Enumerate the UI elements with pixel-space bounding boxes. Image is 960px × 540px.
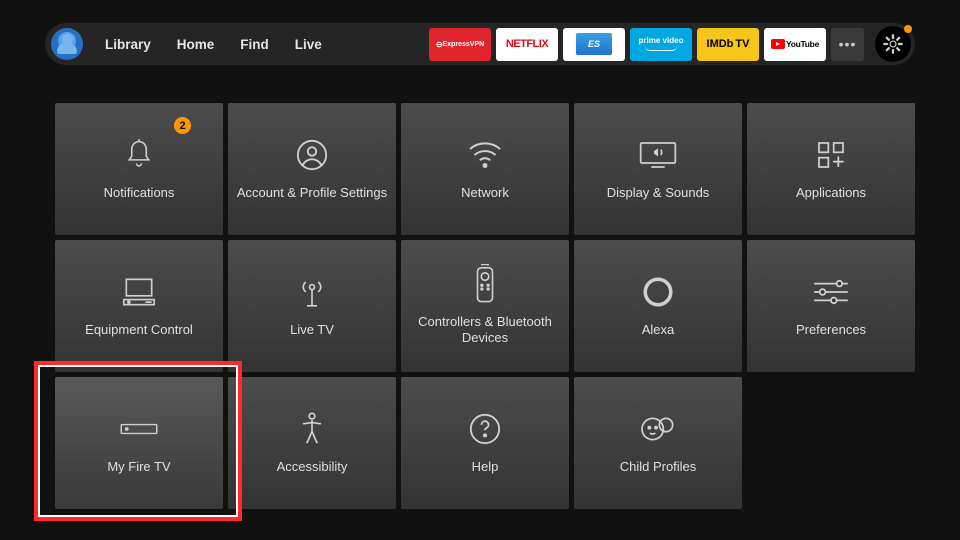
nav-items: Library Home Find Live xyxy=(105,37,322,52)
wifi-icon xyxy=(465,137,505,173)
remote-icon xyxy=(465,266,505,302)
tile-label: Accessibility xyxy=(277,459,348,475)
alexa-ring-icon xyxy=(638,274,678,310)
top-nav-bar: Library Home Find Live ⊝ ExpressVPN NETF… xyxy=(45,23,915,65)
tile-notifications[interactable]: 2 Notifications xyxy=(55,103,223,235)
tile-controllers-bluetooth[interactable]: Controllers & Bluetooth Devices xyxy=(401,240,569,372)
tile-label: My Fire TV xyxy=(107,459,170,475)
tile-label: Notifications xyxy=(104,185,175,201)
nav-find[interactable]: Find xyxy=(240,37,269,52)
tile-preferences[interactable]: Preferences xyxy=(747,240,915,372)
nav-home[interactable]: Home xyxy=(177,37,215,52)
settings-grid: 2 Notifications Account & Profile Settin… xyxy=(55,103,915,509)
gear-icon xyxy=(882,33,904,55)
profile-avatar[interactable] xyxy=(51,28,83,60)
child-profiles-icon xyxy=(638,411,678,447)
tile-label: Display & Sounds xyxy=(607,185,710,201)
accessibility-icon xyxy=(292,411,332,447)
tile-my-fire-tv[interactable]: My Fire TV xyxy=(55,377,223,509)
tile-label: Preferences xyxy=(796,322,866,338)
tile-label: Equipment Control xyxy=(85,322,193,338)
youtube-play-icon xyxy=(771,39,785,49)
tile-label: Alexa xyxy=(642,322,675,338)
imdb-label: IMDb xyxy=(707,38,734,50)
es-logo-icon: ES xyxy=(576,33,612,55)
bell-icon xyxy=(119,137,159,173)
prime-label-2: video xyxy=(663,36,684,45)
settings-notification-dot xyxy=(904,25,912,33)
app-esfileexplorer[interactable]: ES xyxy=(563,28,625,61)
app-primevideo[interactable]: prime video xyxy=(630,28,692,61)
app-tiles: ⊝ ExpressVPN NETFLIX ES prime video IMDb… xyxy=(429,26,911,62)
tile-display-sounds[interactable]: Display & Sounds xyxy=(574,103,742,235)
nav-library[interactable]: Library xyxy=(105,37,151,52)
firetv-device-icon xyxy=(119,411,159,447)
app-expressvpn-label: ExpressVPN xyxy=(443,41,485,48)
tile-label: Controllers & Bluetooth Devices xyxy=(409,314,561,347)
tile-label: Account & Profile Settings xyxy=(237,185,387,201)
app-youtube[interactable]: YouTube xyxy=(764,28,826,61)
tile-label: Child Profiles xyxy=(620,459,697,475)
tile-applications[interactable]: Applications xyxy=(747,103,915,235)
imdb-tv-label: TV xyxy=(735,38,749,50)
apps-grid-icon xyxy=(811,137,851,173)
notifications-badge: 2 xyxy=(174,117,191,134)
app-expressvpn[interactable]: ⊝ ExpressVPN xyxy=(429,28,491,61)
app-imdbtv[interactable]: IMDbTV xyxy=(697,28,759,61)
tile-account-profile[interactable]: Account & Profile Settings xyxy=(228,103,396,235)
tile-network[interactable]: Network xyxy=(401,103,569,235)
app-netflix[interactable]: NETFLIX xyxy=(496,28,558,61)
tile-live-tv[interactable]: Live TV xyxy=(228,240,396,372)
apps-more-button[interactable]: ••• xyxy=(831,28,864,61)
youtube-label: YouTube xyxy=(786,39,819,49)
tile-label: Help xyxy=(472,459,499,475)
tile-equipment-control[interactable]: Equipment Control xyxy=(55,240,223,372)
tile-label: Applications xyxy=(796,185,866,201)
prime-label-1: prime xyxy=(639,36,661,45)
antenna-icon xyxy=(292,274,332,310)
tile-help[interactable]: Help xyxy=(401,377,569,509)
tile-accessibility[interactable]: Accessibility xyxy=(228,377,396,509)
help-circle-icon xyxy=(465,411,505,447)
nav-live[interactable]: Live xyxy=(295,37,322,52)
sliders-icon xyxy=(811,274,851,310)
tile-label: Network xyxy=(461,185,509,201)
tile-child-profiles[interactable]: Child Profiles xyxy=(574,377,742,509)
equipment-icon xyxy=(119,274,159,310)
tile-label: Live TV xyxy=(290,322,334,338)
tv-sound-icon xyxy=(638,137,678,173)
tile-alexa[interactable]: Alexa xyxy=(574,240,742,372)
settings-button[interactable] xyxy=(875,26,911,62)
user-circle-icon xyxy=(292,137,332,173)
